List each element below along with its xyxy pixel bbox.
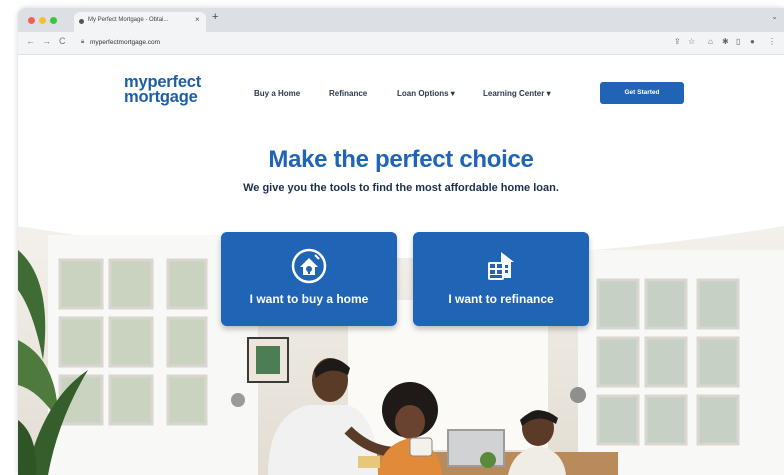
favicon-icon xyxy=(79,19,84,24)
hero-subtitle: We give you the tools to find the most a… xyxy=(243,182,559,194)
web-page: myperfect mortgage Buy a Home Refinance … xyxy=(18,55,784,475)
maximize-window-dot[interactable] xyxy=(50,17,57,24)
hero-family-photo xyxy=(18,220,784,475)
bookmark-star-icon[interactable]: ☆ xyxy=(688,37,695,46)
building-calculator-icon xyxy=(488,252,514,280)
hero-title: Make the perfect choice xyxy=(268,146,534,173)
logo-line-2: mortgage xyxy=(124,88,198,106)
refinance-card[interactable]: I want to refinance xyxy=(413,232,589,326)
refinance-card-label: I want to refinance xyxy=(448,292,554,306)
forward-icon[interactable]: → xyxy=(42,36,51,46)
tab-close-icon[interactable]: × xyxy=(195,15,200,24)
nav-learning-center[interactable]: Learning Center ▾ xyxy=(483,89,551,98)
sidebar-icon[interactable]: ▯ xyxy=(736,37,740,46)
extension-icon[interactable]: ⌂ xyxy=(708,37,713,46)
tab-list-chevron-icon[interactable]: ⌄ xyxy=(771,12,778,21)
minimize-window-dot[interactable] xyxy=(39,17,46,24)
new-tab-icon[interactable]: + xyxy=(212,11,218,23)
nav-refinance[interactable]: Refinance xyxy=(329,89,367,98)
reload-icon[interactable]: C xyxy=(59,36,66,46)
buy-a-home-card-label: I want to buy a home xyxy=(249,292,369,306)
menu-icon[interactable]: ⋮ xyxy=(768,37,776,46)
back-icon[interactable]: ← xyxy=(26,36,35,46)
close-window-dot[interactable] xyxy=(28,17,35,24)
get-started-button[interactable]: Get Started xyxy=(600,82,684,104)
lock-icon: 🔒︎ xyxy=(81,39,85,45)
buy-a-home-card[interactable]: I want to buy a home xyxy=(221,232,397,326)
site-logo[interactable]: myperfect mortgage xyxy=(124,74,201,106)
tab-title: My Perfect Mortgage - Obtai... xyxy=(88,17,169,23)
url-text: myperfectmortgage.com xyxy=(90,39,161,46)
profile-icon[interactable]: ● xyxy=(750,37,755,46)
house-circle-icon xyxy=(291,248,327,284)
tab-bar: My Perfect Mortgage - Obtai... × + ⌄ xyxy=(18,8,784,32)
puzzle-icon[interactable]: ✱ xyxy=(722,37,729,46)
browser-window: My Perfect Mortgage - Obtai... × + ⌄ ← →… xyxy=(18,8,784,475)
address-bar[interactable]: 🔒︎ myperfectmortgage.com xyxy=(78,35,658,50)
browser-toolbar: ← → C 🔒︎ myperfectmortgage.com ⇪ ☆ ⌂ ✱ ▯… xyxy=(18,32,784,55)
browser-tab[interactable]: My Perfect Mortgage - Obtai... × xyxy=(74,12,206,32)
nav-loan-options[interactable]: Loan Options ▾ xyxy=(397,89,455,98)
nav-buy-a-home[interactable]: Buy a Home xyxy=(254,89,300,98)
share-icon[interactable]: ⇪ xyxy=(674,37,681,46)
